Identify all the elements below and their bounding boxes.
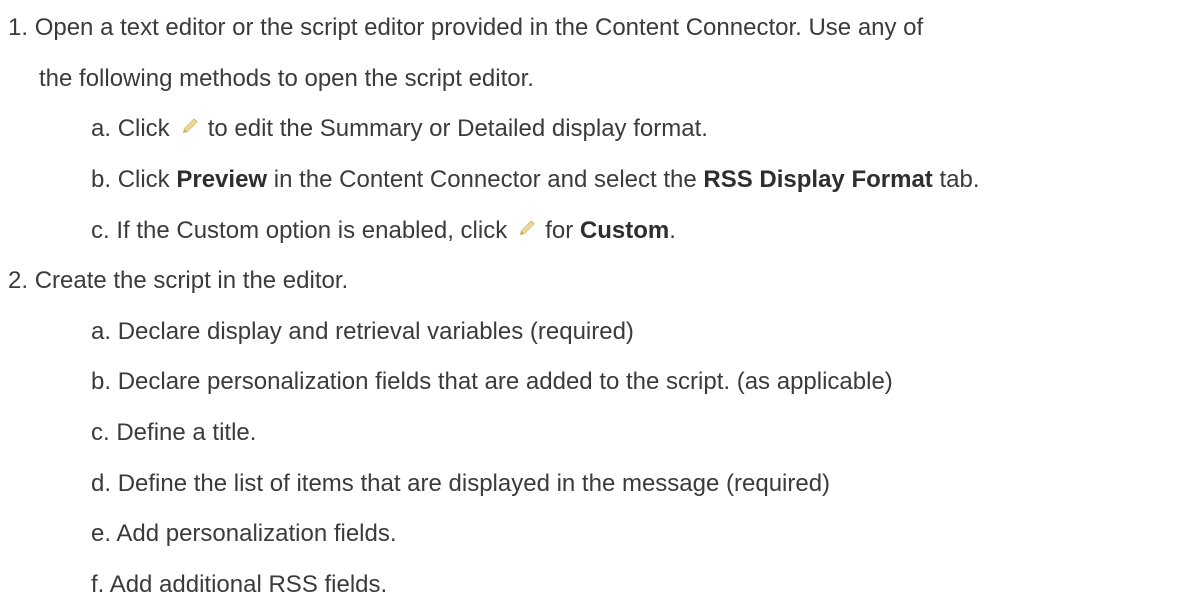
substep-letter: b. bbox=[91, 368, 112, 395]
substep-text: . bbox=[669, 217, 676, 244]
substep-letter: b. bbox=[91, 166, 112, 193]
step-1-substep-b: b. Click Preview in the Content Connecto… bbox=[91, 165, 980, 195]
substep-text: tab. bbox=[939, 166, 980, 193]
substep-letter: c. bbox=[91, 419, 110, 446]
substep-letter: f. bbox=[91, 571, 105, 598]
ui-term-preview: Preview bbox=[176, 166, 268, 193]
substep-letter: d. bbox=[91, 470, 112, 497]
substep-text: Declare personalization fields that are … bbox=[117, 368, 893, 395]
step-2-substep-f: f. Add additional RSS fields. bbox=[91, 570, 387, 600]
ui-term-custom: Custom bbox=[579, 217, 670, 244]
substep-text: Define a title. bbox=[116, 419, 257, 446]
substep-letter: e. bbox=[91, 520, 112, 547]
procedure-document: 1. Open a text editor or the script edit… bbox=[0, 0, 1198, 610]
substep-text: Click bbox=[117, 115, 170, 142]
substep-text: Define the list of items that are displa… bbox=[117, 470, 831, 497]
step-1-line-1: 1. Open a text editor or the script edit… bbox=[8, 13, 923, 43]
substep-text: to edit the Summary or Detailed display … bbox=[207, 115, 708, 142]
step-text: Create the script in the editor. bbox=[34, 267, 349, 294]
pencil-edit-icon bbox=[182, 118, 198, 133]
step-1-substep-c: c. If the Custom option is enabled, clic… bbox=[91, 216, 676, 246]
step-2-substep-a: a. Declare display and retrieval variabl… bbox=[91, 317, 634, 347]
substep-text: If the Custom option is enabled, click bbox=[116, 217, 508, 244]
step-2-substep-b: b. Declare personalization fields that a… bbox=[91, 367, 893, 397]
step-number: 2. bbox=[8, 267, 29, 294]
substep-text: for bbox=[545, 217, 574, 244]
step-1-line-2: the following methods to open the script… bbox=[39, 64, 534, 94]
step-number: 1. bbox=[8, 14, 29, 41]
step-2-substep-d: d. Define the list of items that are dis… bbox=[91, 469, 830, 499]
substep-text: Add personalization fields. bbox=[116, 520, 397, 547]
substep-text: Click bbox=[117, 166, 170, 193]
ui-term-rss-display-format: RSS Display Format bbox=[703, 166, 933, 193]
substep-letter: a. bbox=[91, 318, 112, 345]
step-text: Open a text editor or the script editor … bbox=[34, 14, 924, 41]
substep-text: Add additional RSS fields. bbox=[109, 571, 388, 598]
step-text: the following methods to open the script… bbox=[39, 65, 534, 92]
step-1-substep-a: a. Click to edit the Summary or Detailed… bbox=[91, 114, 708, 144]
step-2-substep-c: c. Define a title. bbox=[91, 418, 256, 448]
pencil-edit-icon bbox=[520, 220, 535, 235]
substep-text: in the Content Connector and select the bbox=[273, 166, 697, 193]
step-2-line-1: 2. Create the script in the editor. bbox=[8, 266, 348, 296]
substep-text: Declare display and retrieval variables … bbox=[117, 318, 634, 345]
substep-letter: a. bbox=[91, 115, 112, 142]
step-2-substep-e: e. Add personalization fields. bbox=[91, 519, 397, 549]
substep-letter: c. bbox=[91, 217, 110, 244]
